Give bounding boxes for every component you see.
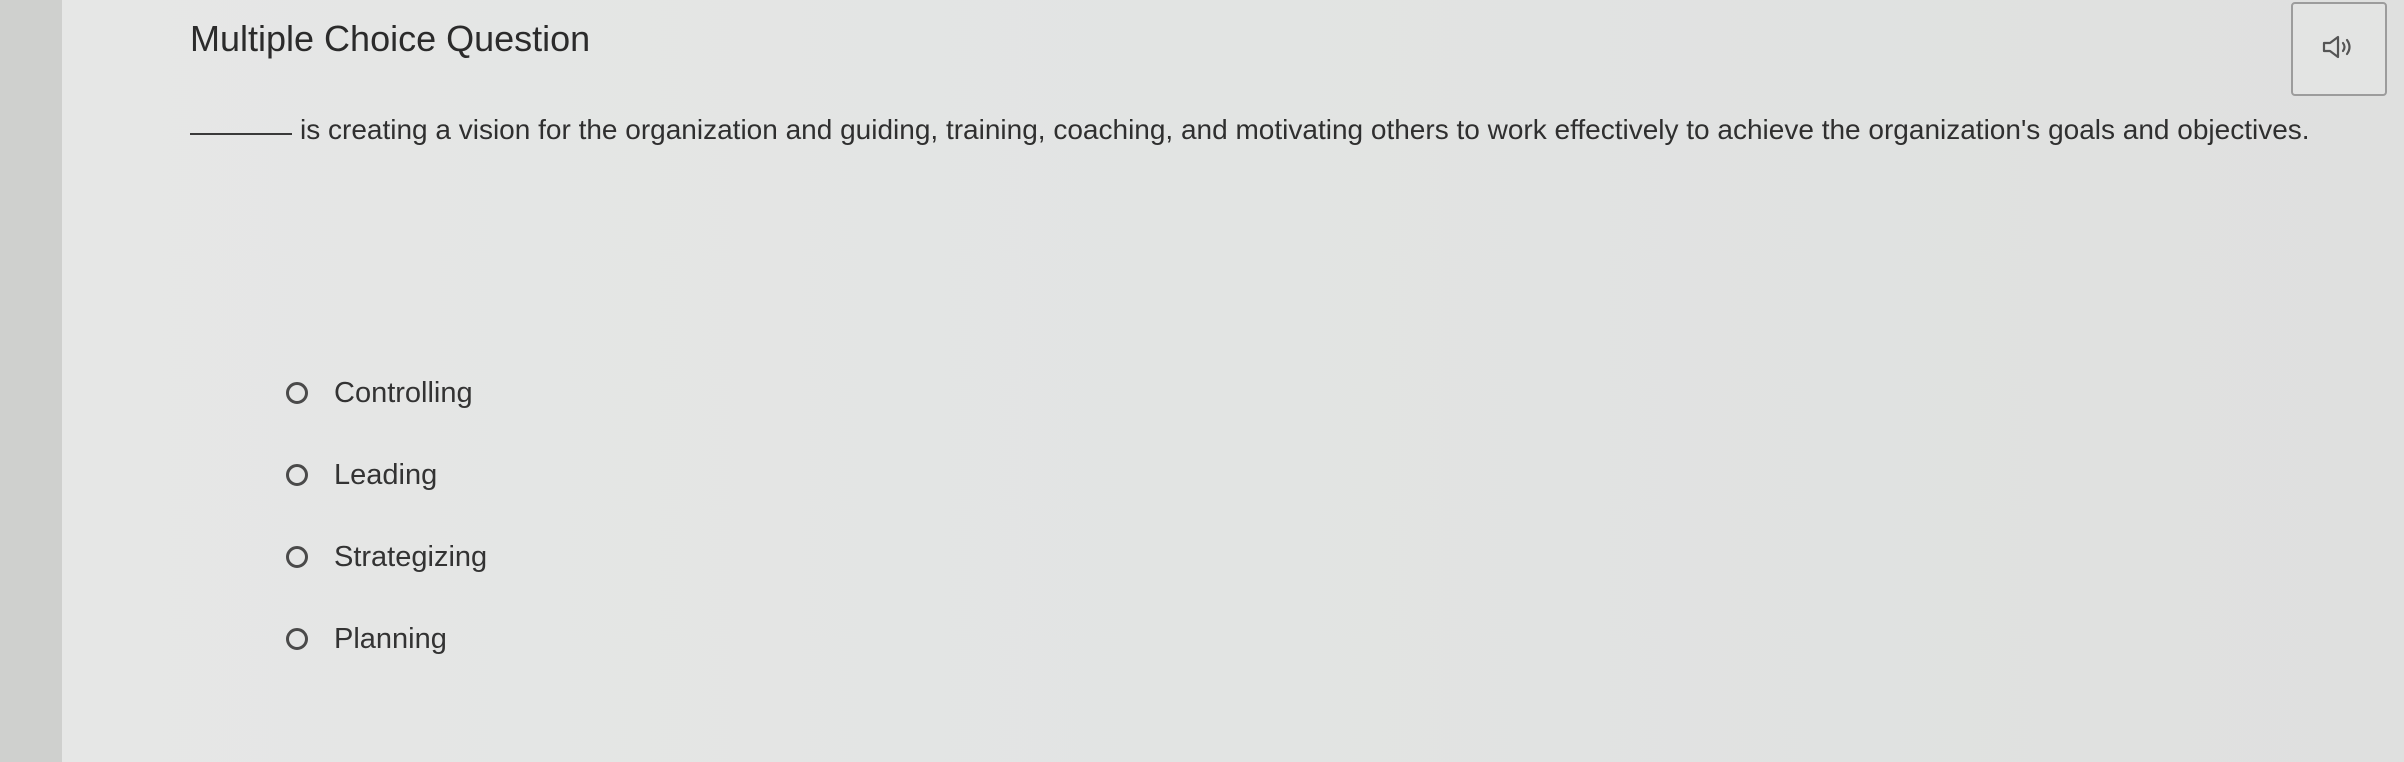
question-prompt: is creating a vision for the organizatio…: [190, 108, 2370, 152]
question-card: Multiple Choice Question is creating a v…: [62, 0, 2404, 762]
question-title: Multiple Choice Question: [190, 18, 591, 59]
option-controlling[interactable]: Controlling: [286, 352, 487, 434]
option-label: Controlling: [334, 376, 473, 409]
speaker-icon: [2321, 33, 2357, 66]
option-label: Leading: [334, 458, 438, 491]
option-planning[interactable]: Planning: [286, 598, 487, 680]
audio-read-button[interactable]: [2291, 2, 2387, 96]
answer-options: Controlling Leading Strategizing Plannin…: [286, 352, 487, 680]
radio-button[interactable]: [286, 546, 308, 568]
option-label: Planning: [334, 622, 447, 655]
answer-blank: [190, 105, 292, 135]
option-label: Strategizing: [334, 540, 488, 573]
option-strategizing[interactable]: Strategizing: [286, 516, 487, 598]
radio-button[interactable]: [286, 464, 308, 486]
option-leading[interactable]: Leading: [286, 434, 487, 516]
radio-button[interactable]: [286, 628, 308, 650]
question-prompt-text: is creating a vision for the organizatio…: [300, 114, 2310, 145]
radio-button[interactable]: [286, 382, 308, 404]
